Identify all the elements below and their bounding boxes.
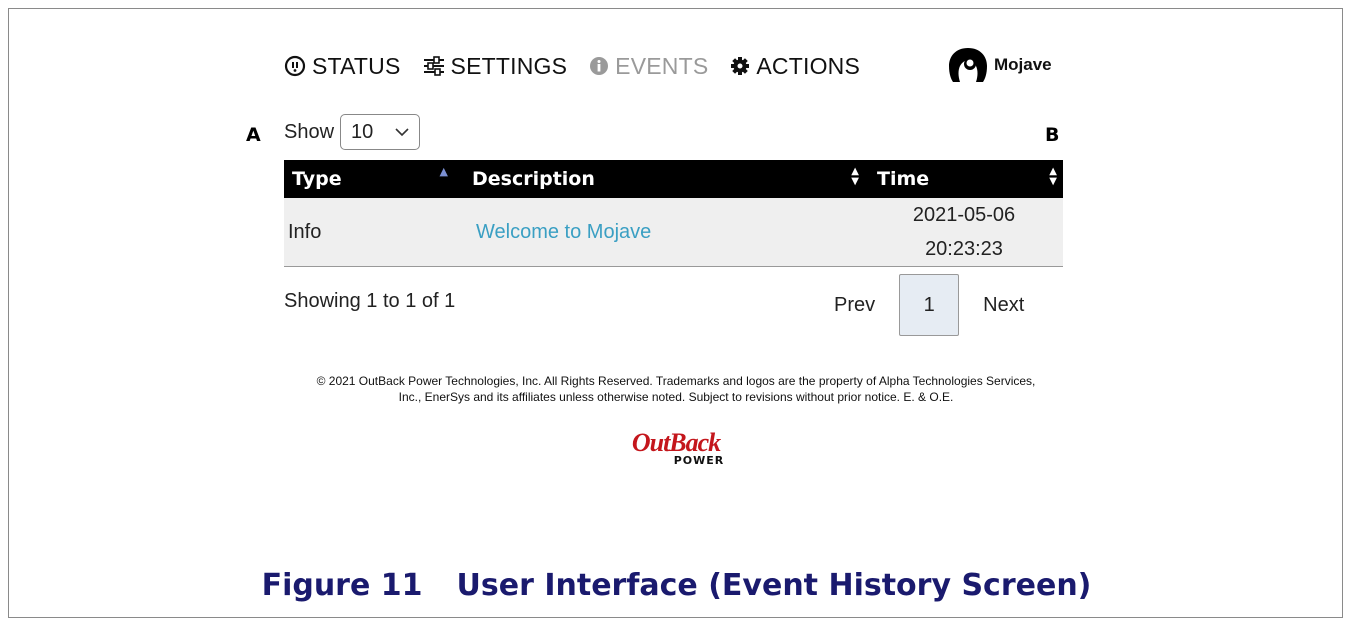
callout-a: A bbox=[246, 124, 261, 146]
page-button-1[interactable]: 1 bbox=[899, 274, 960, 336]
figure-title: User Interface (Event History Screen) bbox=[456, 568, 1092, 603]
user-menu[interactable]: Mojave bbox=[948, 46, 1052, 84]
prev-button[interactable]: Prev bbox=[820, 294, 889, 317]
figure-frame bbox=[8, 8, 1343, 618]
sort-both-icon: ▲ ▼ bbox=[1049, 166, 1057, 187]
page-length-select[interactable]: 10 bbox=[340, 114, 421, 150]
table-header: Type ▲ Description ▲ ▼ Time ▲ ▼ bbox=[284, 160, 1063, 198]
sort-asc-icon: ▲ bbox=[439, 165, 448, 178]
outback-logo: OutBack POWER bbox=[606, 428, 746, 468]
nav-events[interactable]: EVENTS bbox=[589, 53, 708, 80]
next-button[interactable]: Next bbox=[969, 294, 1038, 317]
gear-icon bbox=[731, 57, 750, 75]
pagination: Prev 1 Next bbox=[820, 274, 1038, 336]
info-icon bbox=[590, 57, 609, 75]
cell-type: Info bbox=[288, 220, 322, 243]
column-header-time[interactable]: Time ▲ ▼ bbox=[865, 160, 1063, 198]
column-header-type[interactable]: Type ▲ bbox=[284, 160, 464, 198]
nav-settings[interactable]: SETTINGS bbox=[423, 53, 568, 80]
nav-settings-label: SETTINGS bbox=[450, 52, 568, 79]
user-name: Mojave bbox=[994, 55, 1052, 74]
table-row: Info Welcome to Mojave 2021-05-06 20:23:… bbox=[284, 198, 1063, 267]
column-header-time-label: Time bbox=[877, 168, 930, 190]
nav-actions-label: ACTIONS bbox=[756, 52, 861, 79]
callout-b: B bbox=[1045, 124, 1060, 146]
nav-actions[interactable]: ACTIONS bbox=[730, 53, 860, 80]
logo-bottom: POWER bbox=[673, 454, 725, 467]
sliders-icon bbox=[423, 56, 444, 76]
figure-number: Figure 11 bbox=[261, 568, 423, 603]
events-table: Type ▲ Description ▲ ▼ Time ▲ ▼ Info Welco… bbox=[284, 160, 1063, 267]
show-label: Show bbox=[284, 120, 335, 143]
avatar-icon bbox=[949, 48, 987, 82]
nav-events-label: EVENTS bbox=[615, 52, 709, 79]
status-icon bbox=[284, 55, 306, 77]
page-length-control: Show 10 bbox=[284, 114, 421, 150]
chevron-down-icon bbox=[395, 128, 409, 137]
logo-top: OutBack bbox=[631, 428, 721, 457]
cell-time: 2021-05-06 20:23:23 bbox=[865, 198, 1063, 266]
legal-text: © 2021 OutBack Power Technologies, Inc. … bbox=[316, 374, 1036, 404]
table-info: Showing 1 to 1 of 1 bbox=[284, 290, 456, 312]
time-date: 2021-05-06 bbox=[912, 204, 1016, 226]
sort-both-icon: ▲ ▼ bbox=[851, 166, 859, 187]
column-header-description-label: Description bbox=[472, 168, 595, 190]
time-clock: 20:23:23 bbox=[925, 238, 1003, 260]
column-header-type-label: Type bbox=[292, 168, 342, 190]
column-header-description[interactable]: Description ▲ ▼ bbox=[464, 160, 865, 198]
figure-caption: Figure 11 User Interface (Event History S… bbox=[0, 568, 1353, 603]
page-length-value: 10 bbox=[351, 120, 374, 143]
nav-status-label: STATUS bbox=[312, 52, 401, 79]
nav-status[interactable]: STATUS bbox=[284, 53, 401, 80]
cell-description: Welcome to Mojave bbox=[464, 198, 865, 266]
top-nav: STATUS SETTINGS EVENTS ACTIONS bbox=[284, 50, 882, 82]
description-link[interactable]: Welcome to Mojave bbox=[476, 221, 651, 244]
